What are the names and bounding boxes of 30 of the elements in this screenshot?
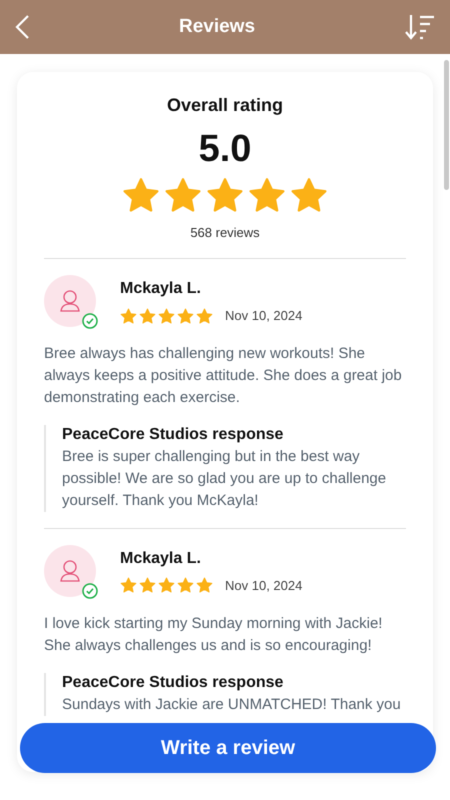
write-review-button[interactable]: Write a review: [20, 723, 436, 773]
star-icon: [139, 577, 156, 594]
response-text: Bree is super challenging but in the best way possible! We are so glad you are up to challenge yourself. Thank you McKayla!: [62, 446, 388, 511]
star-icon: [177, 577, 194, 594]
rating-score: 5.0: [198, 127, 252, 172]
star-icon: [120, 577, 137, 594]
page-title: Reviews: [178, 14, 256, 39]
review-text: I love kick starting my Sunday morning with Jackie! She always challenges us and is so encouraging!: [44, 614, 384, 656]
review-date: Nov 10, 2024: [225, 307, 302, 326]
reviewer-name: Mckayla L.: [120, 548, 202, 568]
star-icon: [120, 308, 137, 325]
response-title: PeaceCore Studios response: [62, 425, 284, 446]
response-text: Sundays with Jackie are UNMATCHED! Thank you: [62, 694, 402, 715]
star-icon: [177, 308, 194, 325]
star-icon: [158, 577, 175, 594]
rating-title: Overall rating: [166, 94, 284, 117]
star-icon: [158, 308, 175, 325]
person-icon: [59, 558, 81, 582]
response-title: PeaceCore Studios response: [62, 672, 284, 693]
reviewer-name: Mckayla L.: [120, 279, 202, 298]
review-count: 568 reviews: [189, 224, 261, 242]
sort-icon[interactable]: [404, 13, 436, 41]
star-icon: [139, 308, 156, 325]
review-date: Nov 10, 2024: [225, 577, 302, 596]
star-icon: [196, 577, 213, 594]
person-icon: [59, 288, 81, 312]
review-text: Bree always has challenging new workouts! She always keeps a positive attitude. She does a great job demonstrating each exercise.: [44, 344, 403, 408]
star-icon: [196, 308, 213, 325]
back-icon[interactable]: [14, 14, 30, 40]
scrollbar[interactable]: [444, 60, 449, 190]
